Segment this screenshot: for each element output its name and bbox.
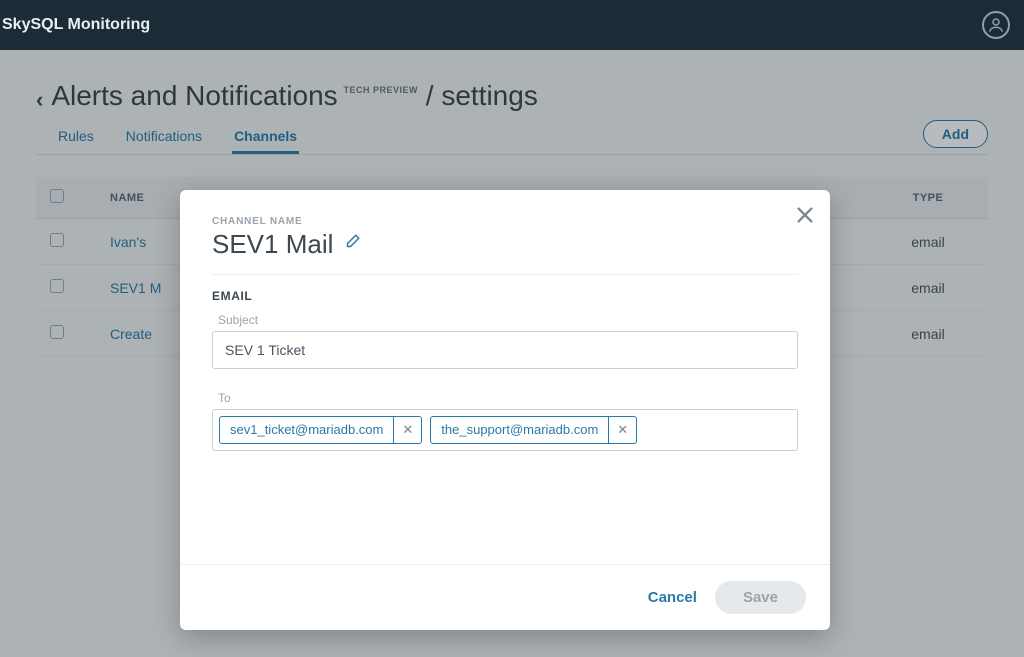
channel-name: SEV1 Mail [212,229,333,260]
subject-input[interactable] [212,331,798,369]
pencil-icon[interactable] [343,233,361,256]
chip-remove-icon[interactable]: ✕ [608,417,636,443]
section-email: EMAIL [212,289,798,303]
email-chip: the_support@mariadb.com ✕ [430,416,637,444]
channel-name-row: SEV1 Mail [212,229,798,275]
chip-label: the_support@mariadb.com [431,417,608,443]
email-chip: sev1_ticket@mariadb.com ✕ [219,416,422,444]
modal-footer: Cancel Save [180,564,830,630]
close-icon[interactable] [794,204,816,231]
app-title: SkySQL Monitoring [0,16,150,34]
avatar[interactable] [982,11,1010,39]
top-bar: SkySQL Monitoring [0,0,1024,50]
chip-label: sev1_ticket@mariadb.com [220,417,393,443]
channel-name-label: CHANNEL NAME [212,216,798,227]
cancel-button[interactable]: Cancel [648,589,697,606]
save-button[interactable]: Save [715,581,806,614]
modal-body: CHANNEL NAME SEV1 Mail EMAIL Subject To … [180,190,830,564]
edit-channel-modal: CHANNEL NAME SEV1 Mail EMAIL Subject To … [180,190,830,630]
to-label: To [212,391,798,405]
subject-label: Subject [212,313,798,327]
to-input[interactable]: sev1_ticket@mariadb.com ✕ the_support@ma… [212,409,798,451]
chip-remove-icon[interactable]: ✕ [393,417,421,443]
